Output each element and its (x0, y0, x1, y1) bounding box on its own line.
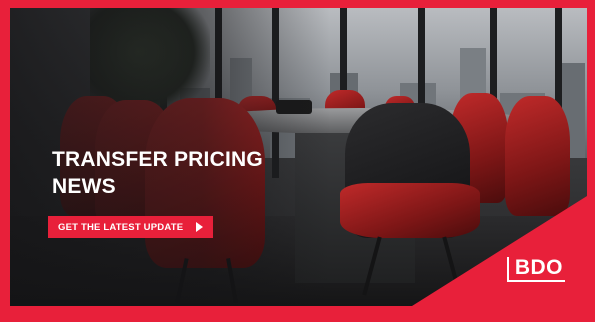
play-arrow-icon (196, 222, 203, 232)
hero-image: TRANSFER PRICING NEWS GET THE LATEST UPD… (10, 8, 587, 306)
cta-label: GET THE LATEST UPDATE (58, 221, 184, 233)
headline: TRANSFER PRICING NEWS (52, 148, 263, 198)
bdo-logo: BDO (506, 257, 565, 282)
red-corner-accent (412, 196, 587, 306)
get-latest-update-button[interactable]: GET THE LATEST UPDATE (48, 216, 213, 238)
